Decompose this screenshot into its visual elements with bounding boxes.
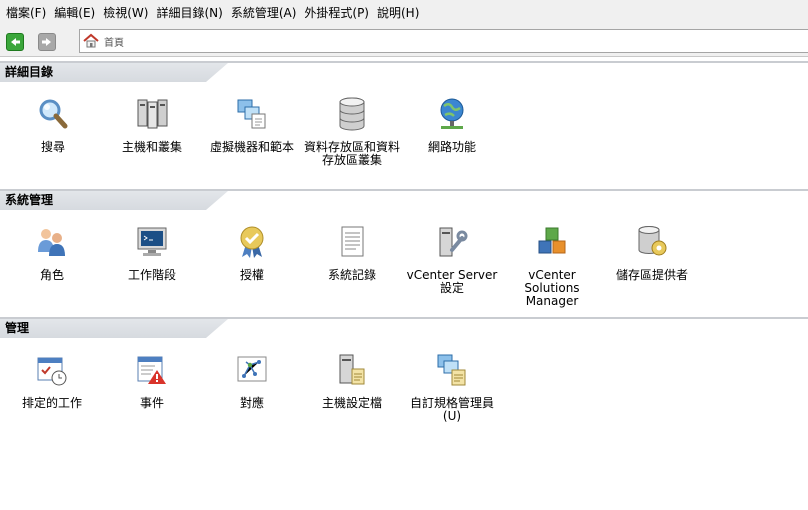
- item-label: 系統記錄: [327, 268, 376, 282]
- item-scheduled-tasks[interactable]: 排定的工作: [2, 352, 102, 410]
- item-host-profiles[interactable]: 主機設定檔: [302, 352, 402, 410]
- host-profiles-icon: [339, 354, 365, 385]
- vms-templates-icon: [237, 99, 266, 129]
- item-roles[interactable]: 角色: [2, 224, 102, 282]
- section-divider: [0, 189, 808, 191]
- item-networking[interactable]: 網路功能: [402, 96, 502, 154]
- section-title: 管理: [5, 321, 30, 335]
- item-label: vCenter Server 設定: [406, 268, 498, 295]
- item-search[interactable]: 搜尋: [3, 96, 103, 154]
- section-divider: [0, 317, 808, 319]
- arrow-right-icon: [42, 38, 51, 46]
- item-label: 自訂規格管理員(U): [409, 396, 494, 423]
- maps-icon: [237, 356, 267, 382]
- sessions-icon: [137, 227, 167, 256]
- section-title: 詳細目錄: [5, 65, 54, 79]
- storage-providers-icon: [638, 226, 667, 256]
- menu-plugins[interactable]: 外掛程式(P): [300, 0, 373, 26]
- customization-manager-icon: [437, 354, 466, 386]
- solutions-manager-icon: [538, 227, 566, 254]
- menu-view[interactable]: 檢視(W): [99, 0, 152, 26]
- item-solutions-manager[interactable]: vCenter Solutions Manager: [502, 224, 602, 308]
- menu-inventory[interactable]: 詳細目錄(N): [152, 0, 226, 26]
- section-title: 系統管理: [5, 193, 54, 207]
- datastore-icon: [339, 97, 365, 131]
- menu-bar: 檔案(F) 編輯(E) 檢視(W) 詳細目錄(N) 系統管理(A) 外掛程式(P…: [0, 0, 808, 26]
- item-label: 對應: [239, 396, 264, 410]
- section-tab: [0, 319, 228, 338]
- item-events[interactable]: 事件: [102, 352, 202, 410]
- item-label: 角色: [39, 268, 64, 282]
- networking-icon: [440, 98, 464, 129]
- events-icon: [137, 356, 166, 384]
- hosts-clusters-icon: [137, 99, 168, 129]
- item-label: 網路功能: [427, 140, 476, 154]
- item-label: 儲存區提供者: [615, 268, 688, 282]
- item-system-logs[interactable]: 系統記錄: [302, 224, 402, 282]
- navigation-toolbar: 首頁: [0, 26, 808, 57]
- item-label: 工作階段: [127, 268, 176, 282]
- item-vms-templates[interactable]: 虛擬機器和範本: [202, 96, 302, 154]
- item-maps[interactable]: 對應: [202, 352, 302, 410]
- item-label: 搜尋: [40, 140, 65, 154]
- menu-edit[interactable]: 編輯(E): [50, 0, 99, 26]
- menu-file[interactable]: 檔案(F): [2, 0, 50, 26]
- item-storage-providers[interactable]: 儲存區提供者: [602, 224, 702, 282]
- item-label: vCenter Solutions Manager: [524, 268, 580, 308]
- section-management-header: 管理: [0, 317, 808, 337]
- address-bar[interactable]: 首頁: [79, 29, 808, 53]
- arrow-left-icon: [11, 38, 20, 46]
- menu-help[interactable]: 說明(H): [373, 0, 423, 26]
- item-vcenter-settings[interactable]: vCenter Server 設定: [402, 224, 502, 295]
- section-inventory-header: 詳細目錄: [0, 61, 808, 81]
- section-administration-header: 系統管理: [0, 189, 808, 209]
- item-label: 虛擬機器和範本: [209, 140, 294, 154]
- item-licensing[interactable]: 授權: [202, 224, 302, 282]
- item-customization-manager[interactable]: 自訂規格管理員(U): [402, 352, 502, 423]
- item-label: 資料存放區和資料存放區叢集: [303, 140, 400, 167]
- item-sessions[interactable]: 工作階段: [102, 224, 202, 282]
- section-divider: [0, 61, 808, 63]
- item-label: 事件: [139, 396, 164, 410]
- item-label: 主機設定檔: [321, 396, 382, 410]
- roles-icon: [38, 229, 65, 256]
- back-button[interactable]: [6, 33, 24, 51]
- item-datastores[interactable]: 資料存放區和資料存放區叢集: [302, 96, 402, 167]
- scheduled-tasks-icon: [37, 357, 67, 386]
- search-icon: [39, 99, 68, 129]
- system-logs-icon: [341, 226, 364, 257]
- menu-administration[interactable]: 系統管理(A): [227, 0, 301, 26]
- home-icon: [83, 33, 99, 48]
- item-label: 排定的工作: [21, 396, 82, 410]
- item-label: 授權: [239, 268, 264, 282]
- address-text: 首頁: [104, 37, 124, 49]
- item-hosts-clusters[interactable]: 主機和叢集: [102, 96, 202, 154]
- forward-button[interactable]: [38, 33, 56, 51]
- vcenter-settings-icon: [439, 227, 468, 257]
- licensing-icon: [240, 226, 264, 258]
- item-label: 主機和叢集: [121, 140, 182, 154]
